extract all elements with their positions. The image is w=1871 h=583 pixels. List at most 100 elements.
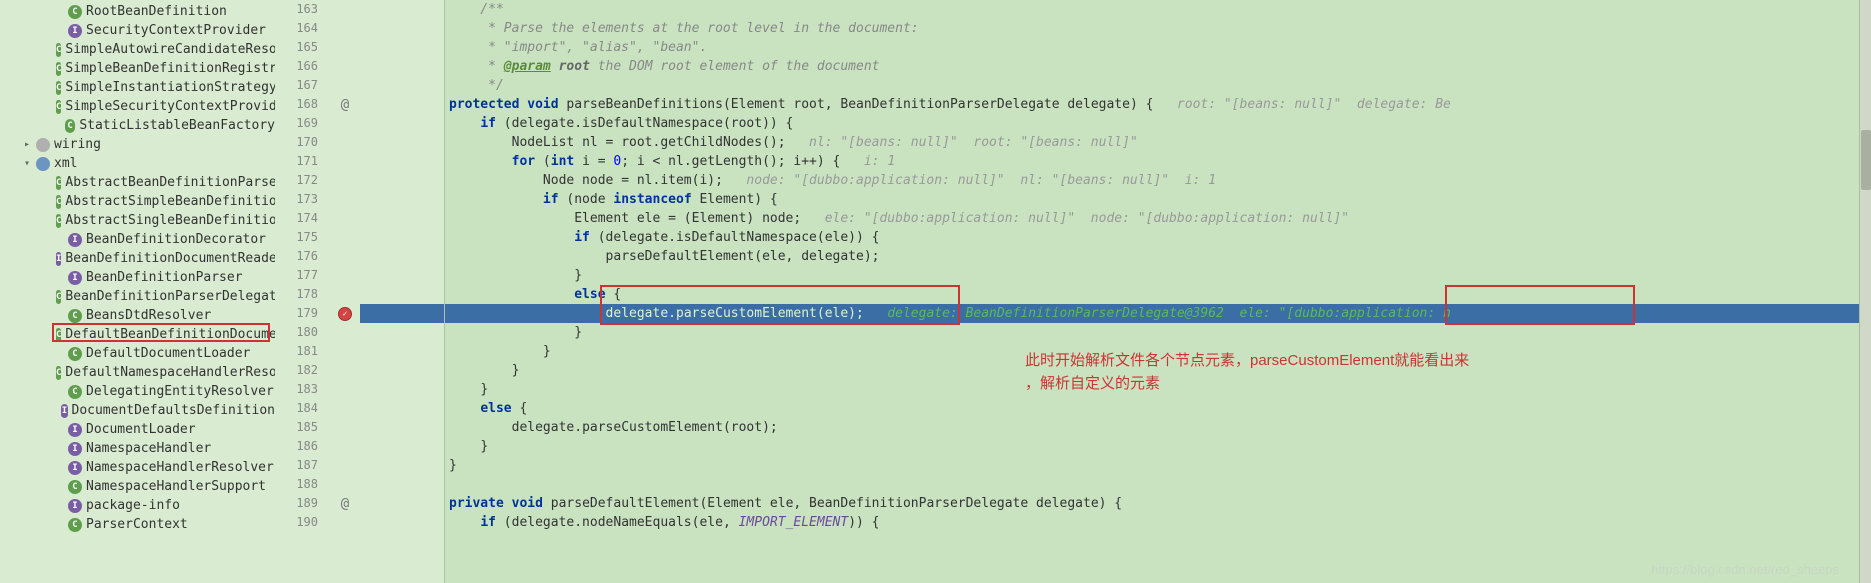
gutter-marker-column[interactable]: @ ✓ @ (330, 0, 360, 583)
line-number[interactable]: 172 (275, 171, 318, 190)
line-number[interactable]: 190 (275, 513, 318, 532)
tree-item[interactable]: CAbstractSingleBeanDefinitionParser (0, 211, 275, 230)
tree-item[interactable]: CSimpleBeanDefinitionRegistry (0, 59, 275, 78)
tree-item[interactable]: CSimpleAutowireCandidateResolver (0, 40, 275, 59)
code-line[interactable]: } (445, 456, 1859, 475)
gutter-marker-cell[interactable] (330, 0, 360, 19)
tree-item[interactable]: CAbstractSimpleBeanDefinitionParser (0, 192, 275, 211)
line-number[interactable]: 174 (275, 209, 318, 228)
code-line[interactable]: parseDefaultElement(ele, delegate); (445, 247, 1859, 266)
tree-item[interactable]: CRootBeanDefinition (0, 2, 275, 21)
code-line[interactable]: delegate.parseCustomElement(root); (445, 418, 1859, 437)
gutter-marker-cell[interactable] (330, 380, 360, 399)
line-number[interactable]: 182 (275, 361, 318, 380)
tree-item[interactable]: CBeansDtdResolver (0, 306, 275, 325)
override-marker-icon[interactable]: @ (341, 496, 349, 512)
tree-item[interactable]: CSimpleSecurityContextProvider (0, 97, 275, 116)
gutter-marker-cell[interactable] (330, 342, 360, 361)
tree-item[interactable]: IDocumentDefaultsDefinition (0, 401, 275, 420)
scrollbar-thumb[interactable] (1861, 130, 1871, 190)
gutter-marker-cell[interactable] (330, 209, 360, 228)
gutter-marker-cell[interactable] (330, 323, 360, 342)
gutter-marker-cell[interactable] (330, 114, 360, 133)
tree-item[interactable]: ISecurityContextProvider (0, 21, 275, 40)
gutter-marker-cell[interactable]: @ (330, 494, 360, 513)
code-line[interactable]: Element ele = (Element) node; ele: "[dub… (445, 209, 1859, 228)
gutter-marker-cell[interactable] (330, 285, 360, 304)
code-line[interactable]: } (445, 266, 1859, 285)
gutter-marker-cell[interactable] (330, 513, 360, 532)
code-line[interactable]: delegate.parseCustomElement(ele); delega… (445, 304, 1859, 323)
gutter-marker-cell[interactable] (330, 475, 360, 494)
line-number[interactable]: 173 (275, 190, 318, 209)
gutter-marker-cell[interactable] (330, 266, 360, 285)
tree-item[interactable]: CDefaultDocumentLoader (0, 344, 275, 363)
gutter-marker-cell[interactable] (330, 76, 360, 95)
line-number[interactable]: 188 (275, 475, 318, 494)
line-number[interactable]: 181 (275, 342, 318, 361)
line-number[interactable]: 180 (275, 323, 318, 342)
code-line[interactable]: * Parse the elements at the root level i… (445, 19, 1859, 38)
gutter-marker-cell[interactable]: @ (330, 95, 360, 114)
gutter-marker-cell[interactable] (330, 247, 360, 266)
tree-item[interactable]: IBeanDefinitionDecorator (0, 230, 275, 249)
gutter-marker-cell[interactable] (330, 171, 360, 190)
tree-toggle-icon[interactable]: ▸ (24, 139, 36, 150)
tree-item[interactable]: CSimpleInstantiationStrategy (0, 78, 275, 97)
code-line[interactable]: * "import", "alias", "bean". (445, 38, 1859, 57)
line-number[interactable]: 166 (275, 57, 318, 76)
tree-item[interactable]: INamespaceHandlerResolver (0, 458, 275, 477)
line-number[interactable]: 164 (275, 19, 318, 38)
line-number[interactable]: 178 (275, 285, 318, 304)
code-line[interactable]: } (445, 437, 1859, 456)
code-editor[interactable]: /** * Parse the elements at the root lev… (445, 0, 1859, 583)
tree-item[interactable]: IDocumentLoader (0, 420, 275, 439)
line-number[interactable]: 179 (275, 304, 318, 323)
line-number[interactable]: 169 (275, 114, 318, 133)
tree-item[interactable]: CBeanDefinitionParserDelegate (0, 287, 275, 306)
code-line[interactable]: protected void parseBeanDefinitions(Elem… (445, 95, 1859, 114)
line-number[interactable]: 165 (275, 38, 318, 57)
gutter-marker-cell[interactable] (330, 133, 360, 152)
line-number[interactable]: 186 (275, 437, 318, 456)
gutter-marker-cell[interactable] (330, 19, 360, 38)
line-number[interactable]: 171 (275, 152, 318, 171)
line-number[interactable]: 177 (275, 266, 318, 285)
tree-item[interactable]: ▸wiring (0, 135, 275, 154)
tree-item[interactable]: CDelegatingEntityResolver (0, 382, 275, 401)
line-number[interactable]: 167 (275, 76, 318, 95)
code-line[interactable]: NodeList nl = root.getChildNodes(); nl: … (445, 133, 1859, 152)
code-line[interactable]: for (int i = 0; i < nl.getLength(); i++)… (445, 152, 1859, 171)
code-line[interactable]: if (delegate.nodeNameEquals(ele, IMPORT_… (445, 513, 1859, 532)
line-number[interactable]: 170 (275, 133, 318, 152)
code-line[interactable]: * @param root the DOM root element of th… (445, 57, 1859, 76)
code-line[interactable]: if (delegate.isDefaultNamespace(ele)) { (445, 228, 1859, 247)
line-number[interactable]: 187 (275, 456, 318, 475)
code-line[interactable]: if (delegate.isDefaultNamespace(root)) { (445, 114, 1859, 133)
gutter-marker-cell[interactable] (330, 228, 360, 247)
tree-item[interactable]: CDefaultNamespaceHandlerResolver (0, 363, 275, 382)
breakpoint-icon[interactable]: ✓ (338, 307, 352, 321)
code-line[interactable]: */ (445, 76, 1859, 95)
tree-item[interactable]: Ipackage-info (0, 496, 275, 515)
line-number[interactable]: 175 (275, 228, 318, 247)
line-number[interactable]: 184 (275, 399, 318, 418)
tree-item[interactable]: CNamespaceHandlerSupport (0, 477, 275, 496)
vertical-scrollbar[interactable] (1859, 0, 1871, 583)
line-number[interactable]: 185 (275, 418, 318, 437)
line-number[interactable]: 183 (275, 380, 318, 399)
gutter-marker-cell[interactable] (330, 152, 360, 171)
code-line[interactable]: else { (445, 285, 1859, 304)
code-line[interactable]: if (node instanceof Element) { (445, 190, 1859, 209)
gutter-marker-cell[interactable] (330, 437, 360, 456)
code-line[interactable]: else { (445, 399, 1859, 418)
code-line[interactable] (445, 475, 1859, 494)
code-line[interactable]: } (445, 323, 1859, 342)
tree-item[interactable]: IBeanDefinitionParser (0, 268, 275, 287)
gutter-marker-cell[interactable]: ✓ (330, 304, 360, 323)
line-number[interactable]: 163 (275, 0, 318, 19)
project-tree-sidebar[interactable]: CRootBeanDefinitionISecurityContextProvi… (0, 0, 275, 583)
gutter-marker-cell[interactable] (330, 57, 360, 76)
gutter-marker-cell[interactable] (330, 418, 360, 437)
gutter-marker-cell[interactable] (330, 190, 360, 209)
